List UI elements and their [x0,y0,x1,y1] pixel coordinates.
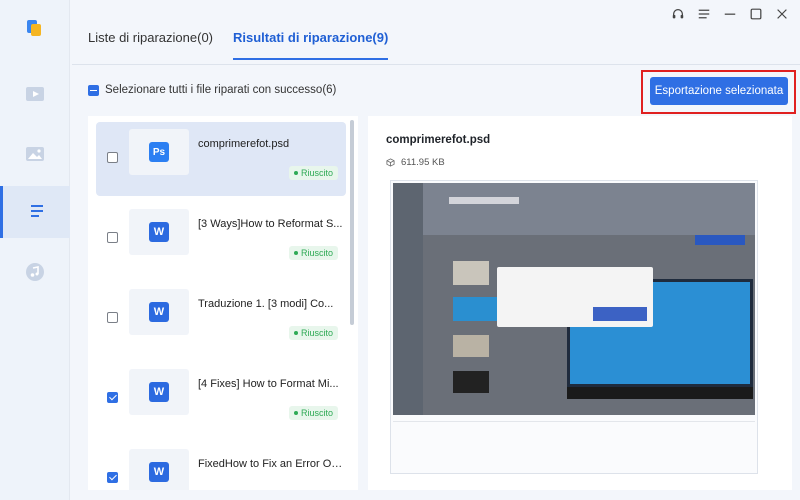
file-thumbnail: W [129,289,189,335]
tab-repair-list[interactable]: Liste di riparazione(0) [88,30,213,60]
maximize-icon[interactable] [748,6,764,22]
sidebar-item-video[interactable] [0,68,70,120]
file-name: [4 Fixes] How to Format Mi... [198,378,339,390]
list-item[interactable]: W Traduzione 1. [3 modi] Co... Riuscito [96,282,346,356]
status-badge: Riuscito [288,326,338,340]
word-file-icon: W [149,382,169,402]
window-controls [670,6,790,22]
file-thumbnail: W [129,369,189,415]
word-file-icon: W [149,222,169,242]
menu-icon[interactable] [696,6,712,22]
preview-panel: comprimerefot.psd 611.95 KB [368,116,792,490]
status-badge: Riuscito [288,406,338,420]
status-dot-icon [293,251,298,255]
headset-icon[interactable] [670,6,686,22]
select-all-checkbox[interactable] [88,84,99,96]
package-icon [386,158,395,167]
file-list: Ps comprimerefot.psd Riuscito W [3 Ways]… [88,116,358,490]
file-name: comprimerefot.psd [198,138,290,150]
status-badge: Riuscito [288,246,338,260]
file-name: [3 Ways]How to Reformat S... [198,218,343,230]
status-badge: Riuscito [288,166,338,180]
file-checkbox[interactable] [107,472,118,483]
sidebar-item-document[interactable] [0,186,70,238]
preview-image [393,183,755,415]
status-dot-icon [293,331,298,335]
file-checkbox[interactable] [107,312,118,323]
select-all[interactable]: Selezionare tutti i file riparati con su… [88,84,336,96]
list-item[interactable]: W FixedHow to Fix an Error Oc... [96,442,346,490]
word-file-icon: W [149,302,169,322]
sidebar-item-audio[interactable] [0,246,70,298]
list-scrollbar[interactable] [350,120,354,325]
close-icon[interactable] [774,6,790,22]
document-icon [30,205,43,217]
preview-image-frame [390,180,758,474]
file-checkbox[interactable] [107,232,118,243]
word-file-icon: W [149,462,169,482]
tab-divider [72,64,800,65]
file-checkbox[interactable] [107,392,118,403]
status-dot-icon [293,171,298,175]
file-name: Traduzione 1. [3 modi] Co... [198,298,334,310]
list-item[interactable]: W [3 Ways]How to Reformat S... Riuscito [96,202,346,276]
minimize-icon[interactable] [722,6,738,22]
select-all-label: Selezionare tutti i file riparati con su… [105,84,337,96]
app-logo-icon [24,18,44,38]
video-icon [26,87,44,101]
file-name: FixedHow to Fix an Error Oc... [198,458,343,470]
file-checkbox[interactable] [107,152,118,163]
image-icon [26,147,44,161]
tab-repair-results[interactable]: Risultati di riparazione(9) [233,30,389,60]
file-thumbnail: W [129,209,189,255]
preview-file-name: comprimerefot.psd [386,134,491,146]
photoshop-file-icon: Ps [149,142,169,162]
status-dot-icon [293,411,298,415]
export-selected-button[interactable]: Esportazione selezionata [650,77,788,105]
tab-bar: Liste di riparazione(0) Risultati di rip… [88,30,389,60]
preview-file-size: 611.95 KB [386,157,445,168]
file-thumbnail: Ps [129,129,189,175]
sidebar-item-photo[interactable] [0,128,70,180]
list-item[interactable]: W [4 Fixes] How to Format Mi... Riuscito [96,362,346,436]
sidebar [0,0,70,500]
music-icon [26,263,44,281]
file-thumbnail: W [129,449,189,490]
list-item[interactable]: Ps comprimerefot.psd Riuscito [96,122,346,196]
